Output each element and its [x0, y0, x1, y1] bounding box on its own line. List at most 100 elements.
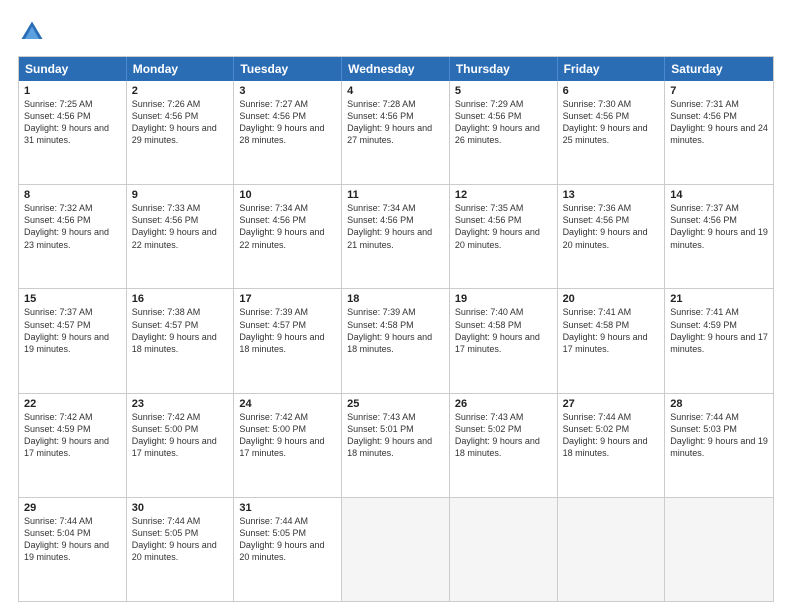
calendar-row-0: 1Sunrise: 7:25 AMSunset: 4:56 PMDaylight… — [19, 81, 773, 185]
header-day-sunday: Sunday — [19, 57, 127, 81]
empty-cell — [450, 498, 558, 601]
day-number: 22 — [24, 398, 121, 410]
day-info: Sunrise: 7:42 AMSunset: 4:59 PMDaylight:… — [24, 411, 121, 460]
day-number: 2 — [132, 85, 229, 97]
logo — [18, 18, 50, 46]
calendar-row-4: 29Sunrise: 7:44 AMSunset: 5:04 PMDayligh… — [19, 498, 773, 601]
day-cell-30: 30Sunrise: 7:44 AMSunset: 5:05 PMDayligh… — [127, 498, 235, 601]
day-info: Sunrise: 7:43 AMSunset: 5:02 PMDaylight:… — [455, 411, 552, 460]
day-info: Sunrise: 7:38 AMSunset: 4:57 PMDaylight:… — [132, 306, 229, 355]
day-number: 6 — [563, 85, 660, 97]
day-info: Sunrise: 7:42 AMSunset: 5:00 PMDaylight:… — [239, 411, 336, 460]
day-cell-12: 12Sunrise: 7:35 AMSunset: 4:56 PMDayligh… — [450, 185, 558, 288]
day-info: Sunrise: 7:44 AMSunset: 5:03 PMDaylight:… — [670, 411, 768, 460]
header-day-saturday: Saturday — [665, 57, 773, 81]
day-number: 30 — [132, 502, 229, 514]
day-info: Sunrise: 7:37 AMSunset: 4:56 PMDaylight:… — [670, 202, 768, 251]
day-number: 13 — [563, 189, 660, 201]
day-number: 19 — [455, 293, 552, 305]
day-number: 17 — [239, 293, 336, 305]
empty-cell — [558, 498, 666, 601]
day-info: Sunrise: 7:30 AMSunset: 4:56 PMDaylight:… — [563, 98, 660, 147]
day-info: Sunrise: 7:36 AMSunset: 4:56 PMDaylight:… — [563, 202, 660, 251]
day-cell-19: 19Sunrise: 7:40 AMSunset: 4:58 PMDayligh… — [450, 289, 558, 392]
header-day-friday: Friday — [558, 57, 666, 81]
day-info: Sunrise: 7:26 AMSunset: 4:56 PMDaylight:… — [132, 98, 229, 147]
day-number: 15 — [24, 293, 121, 305]
calendar-page: SundayMondayTuesdayWednesdayThursdayFrid… — [0, 0, 792, 612]
calendar: SundayMondayTuesdayWednesdayThursdayFrid… — [18, 56, 774, 602]
day-info: Sunrise: 7:37 AMSunset: 4:57 PMDaylight:… — [24, 306, 121, 355]
day-info: Sunrise: 7:32 AMSunset: 4:56 PMDaylight:… — [24, 202, 121, 251]
day-cell-16: 16Sunrise: 7:38 AMSunset: 4:57 PMDayligh… — [127, 289, 235, 392]
day-number: 27 — [563, 398, 660, 410]
day-cell-17: 17Sunrise: 7:39 AMSunset: 4:57 PMDayligh… — [234, 289, 342, 392]
day-info: Sunrise: 7:43 AMSunset: 5:01 PMDaylight:… — [347, 411, 444, 460]
day-info: Sunrise: 7:28 AMSunset: 4:56 PMDaylight:… — [347, 98, 444, 147]
header-day-wednesday: Wednesday — [342, 57, 450, 81]
empty-cell — [342, 498, 450, 601]
calendar-row-1: 8Sunrise: 7:32 AMSunset: 4:56 PMDaylight… — [19, 185, 773, 289]
header-day-monday: Monday — [127, 57, 235, 81]
day-cell-7: 7Sunrise: 7:31 AMSunset: 4:56 PMDaylight… — [665, 81, 773, 184]
day-cell-28: 28Sunrise: 7:44 AMSunset: 5:03 PMDayligh… — [665, 394, 773, 497]
day-number: 28 — [670, 398, 768, 410]
day-number: 20 — [563, 293, 660, 305]
day-info: Sunrise: 7:44 AMSunset: 5:05 PMDaylight:… — [239, 515, 336, 564]
day-number: 5 — [455, 85, 552, 97]
day-cell-6: 6Sunrise: 7:30 AMSunset: 4:56 PMDaylight… — [558, 81, 666, 184]
day-info: Sunrise: 7:25 AMSunset: 4:56 PMDaylight:… — [24, 98, 121, 147]
day-number: 3 — [239, 85, 336, 97]
day-info: Sunrise: 7:27 AMSunset: 4:56 PMDaylight:… — [239, 98, 336, 147]
day-cell-31: 31Sunrise: 7:44 AMSunset: 5:05 PMDayligh… — [234, 498, 342, 601]
day-cell-22: 22Sunrise: 7:42 AMSunset: 4:59 PMDayligh… — [19, 394, 127, 497]
day-number: 21 — [670, 293, 768, 305]
day-cell-11: 11Sunrise: 7:34 AMSunset: 4:56 PMDayligh… — [342, 185, 450, 288]
day-info: Sunrise: 7:39 AMSunset: 4:58 PMDaylight:… — [347, 306, 444, 355]
day-cell-2: 2Sunrise: 7:26 AMSunset: 4:56 PMDaylight… — [127, 81, 235, 184]
day-cell-3: 3Sunrise: 7:27 AMSunset: 4:56 PMDaylight… — [234, 81, 342, 184]
day-info: Sunrise: 7:41 AMSunset: 4:59 PMDaylight:… — [670, 306, 768, 355]
calendar-row-3: 22Sunrise: 7:42 AMSunset: 4:59 PMDayligh… — [19, 394, 773, 498]
day-number: 16 — [132, 293, 229, 305]
day-info: Sunrise: 7:44 AMSunset: 5:04 PMDaylight:… — [24, 515, 121, 564]
day-cell-18: 18Sunrise: 7:39 AMSunset: 4:58 PMDayligh… — [342, 289, 450, 392]
day-cell-29: 29Sunrise: 7:44 AMSunset: 5:04 PMDayligh… — [19, 498, 127, 601]
day-number: 12 — [455, 189, 552, 201]
day-number: 8 — [24, 189, 121, 201]
day-info: Sunrise: 7:29 AMSunset: 4:56 PMDaylight:… — [455, 98, 552, 147]
header-day-thursday: Thursday — [450, 57, 558, 81]
day-cell-4: 4Sunrise: 7:28 AMSunset: 4:56 PMDaylight… — [342, 81, 450, 184]
header — [18, 18, 774, 46]
day-info: Sunrise: 7:39 AMSunset: 4:57 PMDaylight:… — [239, 306, 336, 355]
day-number: 14 — [670, 189, 768, 201]
day-number: 29 — [24, 502, 121, 514]
day-cell-15: 15Sunrise: 7:37 AMSunset: 4:57 PMDayligh… — [19, 289, 127, 392]
day-cell-14: 14Sunrise: 7:37 AMSunset: 4:56 PMDayligh… — [665, 185, 773, 288]
day-number: 7 — [670, 85, 768, 97]
calendar-row-2: 15Sunrise: 7:37 AMSunset: 4:57 PMDayligh… — [19, 289, 773, 393]
day-number: 4 — [347, 85, 444, 97]
day-info: Sunrise: 7:34 AMSunset: 4:56 PMDaylight:… — [347, 202, 444, 251]
day-cell-8: 8Sunrise: 7:32 AMSunset: 4:56 PMDaylight… — [19, 185, 127, 288]
day-info: Sunrise: 7:34 AMSunset: 4:56 PMDaylight:… — [239, 202, 336, 251]
day-number: 18 — [347, 293, 444, 305]
calendar-header: SundayMondayTuesdayWednesdayThursdayFrid… — [19, 57, 773, 81]
day-info: Sunrise: 7:31 AMSunset: 4:56 PMDaylight:… — [670, 98, 768, 147]
day-cell-21: 21Sunrise: 7:41 AMSunset: 4:59 PMDayligh… — [665, 289, 773, 392]
day-info: Sunrise: 7:35 AMSunset: 4:56 PMDaylight:… — [455, 202, 552, 251]
logo-icon — [18, 18, 46, 46]
day-info: Sunrise: 7:44 AMSunset: 5:02 PMDaylight:… — [563, 411, 660, 460]
day-info: Sunrise: 7:40 AMSunset: 4:58 PMDaylight:… — [455, 306, 552, 355]
day-cell-10: 10Sunrise: 7:34 AMSunset: 4:56 PMDayligh… — [234, 185, 342, 288]
day-info: Sunrise: 7:44 AMSunset: 5:05 PMDaylight:… — [132, 515, 229, 564]
day-cell-1: 1Sunrise: 7:25 AMSunset: 4:56 PMDaylight… — [19, 81, 127, 184]
day-info: Sunrise: 7:42 AMSunset: 5:00 PMDaylight:… — [132, 411, 229, 460]
day-cell-25: 25Sunrise: 7:43 AMSunset: 5:01 PMDayligh… — [342, 394, 450, 497]
header-day-tuesday: Tuesday — [234, 57, 342, 81]
day-cell-24: 24Sunrise: 7:42 AMSunset: 5:00 PMDayligh… — [234, 394, 342, 497]
day-cell-26: 26Sunrise: 7:43 AMSunset: 5:02 PMDayligh… — [450, 394, 558, 497]
day-info: Sunrise: 7:33 AMSunset: 4:56 PMDaylight:… — [132, 202, 229, 251]
day-number: 10 — [239, 189, 336, 201]
day-cell-9: 9Sunrise: 7:33 AMSunset: 4:56 PMDaylight… — [127, 185, 235, 288]
